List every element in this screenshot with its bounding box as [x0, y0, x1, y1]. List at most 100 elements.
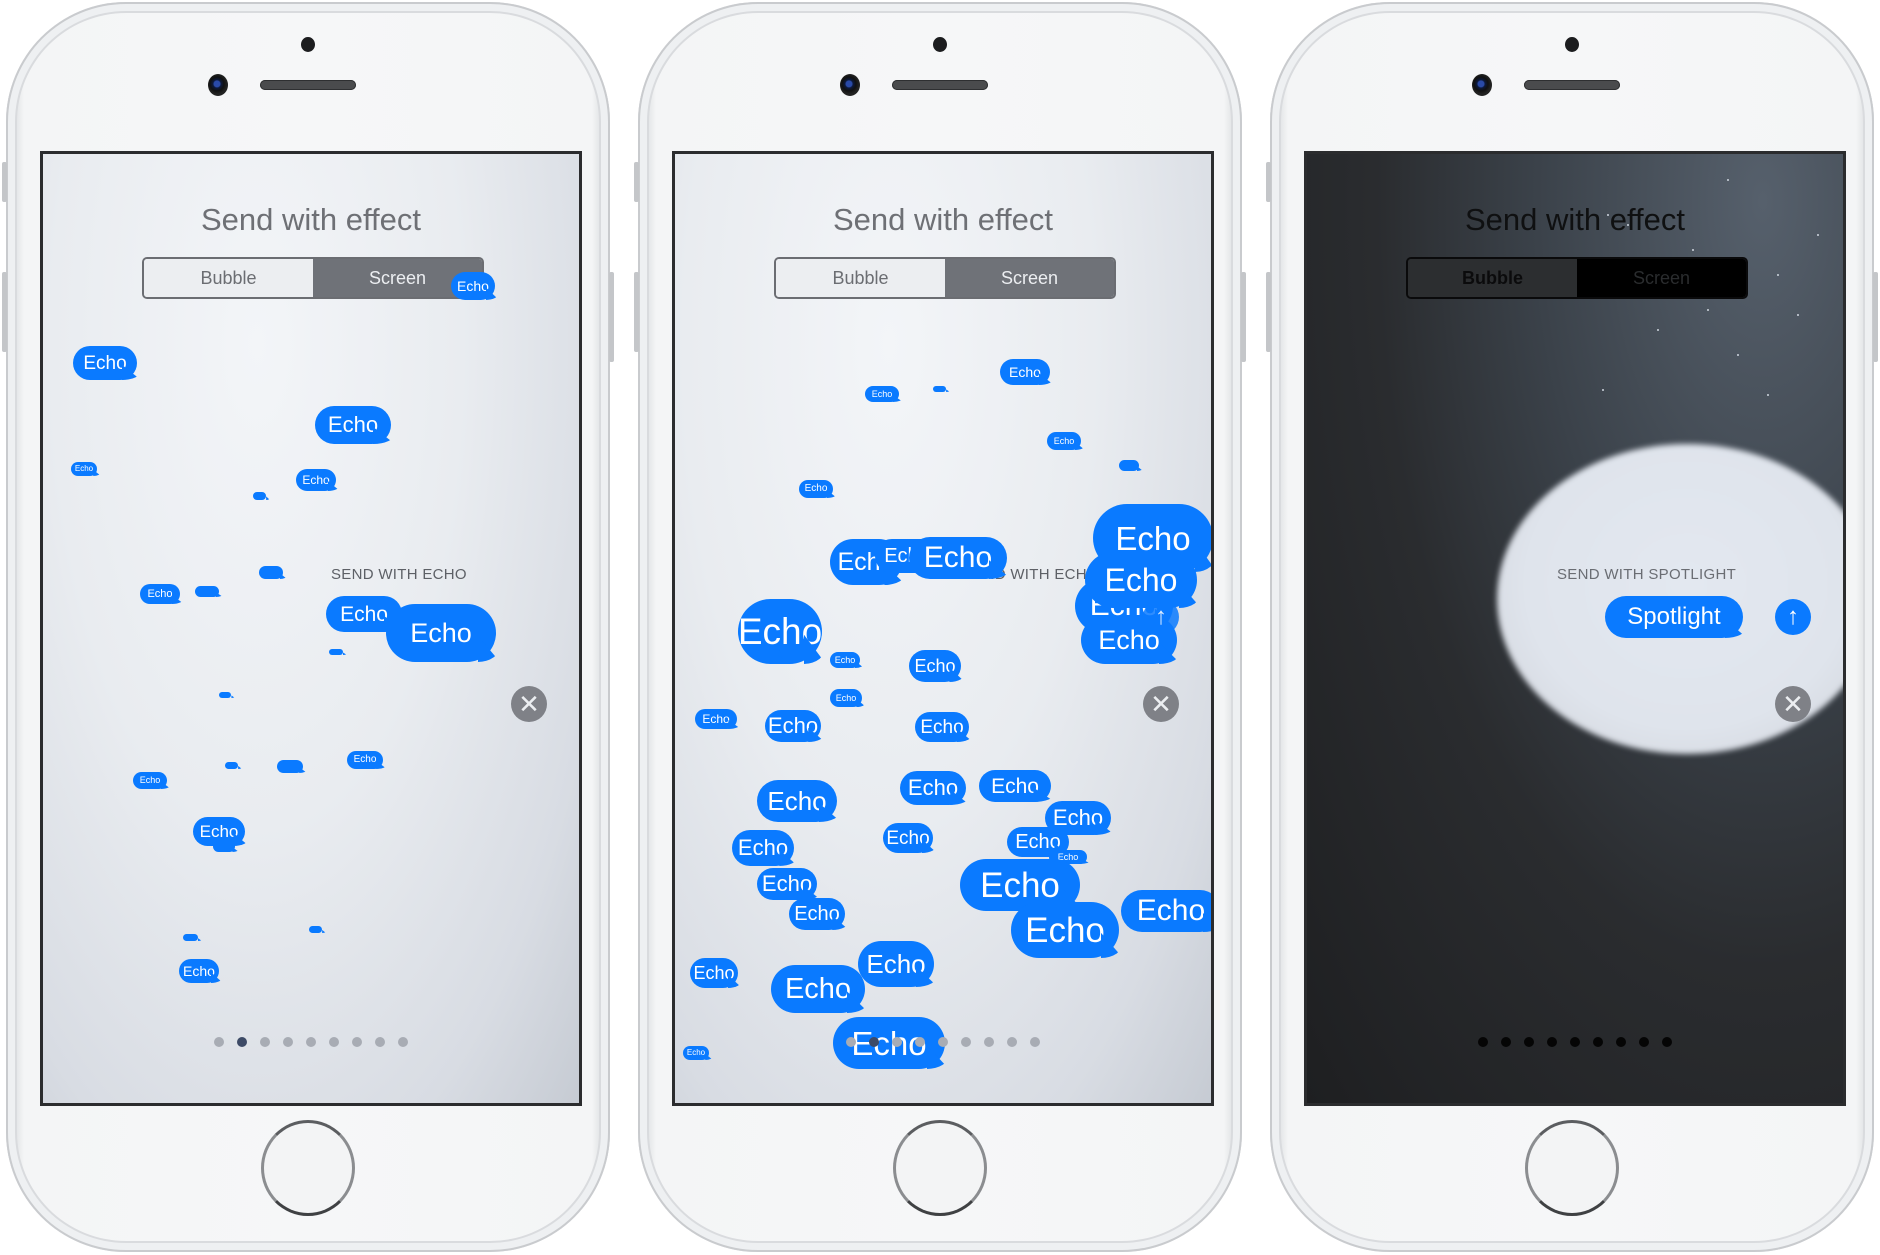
star-particle	[1767, 394, 1769, 396]
page-dot[interactable]	[1616, 1037, 1626, 1047]
echo-bubble: Echo	[73, 346, 137, 380]
effect-type-segmented-control[interactable]: Bubble Screen	[142, 257, 484, 299]
front-camera-icon	[1472, 74, 1492, 96]
page-dot[interactable]	[1524, 1037, 1534, 1047]
echo-bubble: Echo	[830, 689, 862, 707]
page-dot[interactable]	[961, 1037, 971, 1047]
effect-type-segmented-control[interactable]: Bubble Screen	[774, 257, 1116, 299]
echo-bubble	[183, 934, 198, 941]
page-dot[interactable]	[1570, 1037, 1580, 1047]
page-title: Send with effect	[832, 202, 1053, 237]
iphone-frame-2: Send with effect Bubble Screen SEND WITH…	[634, 2, 1246, 1252]
send-button[interactable]: ↑	[1143, 599, 1179, 635]
close-button[interactable]: ✕	[1143, 686, 1179, 722]
home-button[interactable]	[1525, 1120, 1619, 1216]
echo-bubble: Echo	[451, 272, 495, 300]
page-dot[interactable]	[1030, 1037, 1040, 1047]
close-button[interactable]: ✕	[511, 686, 547, 722]
echo-bubble: Echo	[858, 941, 934, 987]
star-particle	[1692, 249, 1694, 251]
echo-bubble: Echo	[690, 958, 738, 988]
echo-bubble: Echo	[347, 751, 383, 769]
echo-bubble: Echo	[799, 480, 833, 498]
echo-bubble: Echo	[1085, 552, 1197, 608]
echo-bubble: Echo	[1047, 432, 1081, 450]
echo-bubble	[259, 566, 283, 579]
earpiece-speaker	[1524, 80, 1620, 90]
page-dot[interactable]	[892, 1037, 902, 1047]
echo-bubble: Echo	[979, 770, 1051, 802]
iphone-frame-1: Send with effect Bubble Screen Echo Echo E…	[2, 2, 614, 1252]
page-dot[interactable]	[846, 1037, 856, 1047]
page-dot[interactable]	[1547, 1037, 1557, 1047]
star-particle	[1602, 389, 1604, 391]
page-dot[interactable]	[306, 1037, 316, 1047]
page-dot[interactable]	[1501, 1037, 1511, 1047]
home-button[interactable]	[893, 1120, 987, 1216]
echo-bubble: Echo	[695, 709, 737, 729]
iphone-frame-3: Send with effect Bubble Screen SEND WITH…	[1266, 2, 1878, 1252]
page-dot[interactable]	[1007, 1037, 1017, 1047]
echo-bubble: Echo	[865, 386, 899, 402]
echo-bubble	[225, 762, 238, 769]
send-button[interactable]: ↑	[1775, 599, 1811, 635]
echo-bubble: Echo	[900, 771, 966, 805]
echo-bubble: Echo	[386, 604, 496, 662]
star-particle	[1727, 179, 1729, 181]
echo-bubble	[195, 586, 219, 597]
proximity-sensor	[301, 37, 315, 52]
star-particle	[1657, 329, 1659, 331]
page-dot[interactable]	[915, 1037, 925, 1047]
page-dot[interactable]	[237, 1037, 247, 1047]
front-camera-icon	[840, 74, 860, 96]
page-dot[interactable]	[352, 1037, 362, 1047]
page-dot[interactable]	[1662, 1037, 1672, 1047]
page-dot[interactable]	[329, 1037, 339, 1047]
page-dot[interactable]	[938, 1037, 948, 1047]
echo-bubble: Echo	[683, 1046, 709, 1060]
page-dot[interactable]	[283, 1037, 293, 1047]
star-particle	[1737, 354, 1739, 356]
tab-bubble[interactable]: Bubble	[1408, 259, 1577, 297]
page-dot[interactable]	[260, 1037, 270, 1047]
echo-bubble: Echo	[883, 823, 933, 853]
echo-bubble	[329, 649, 343, 655]
page-dot[interactable]	[375, 1037, 385, 1047]
echo-bubble: Echo	[732, 830, 794, 866]
echo-bubble	[1119, 460, 1139, 471]
echo-bubble: Echo	[757, 868, 817, 900]
proximity-sensor	[1565, 37, 1579, 52]
echo-bubble: Echo	[757, 780, 837, 822]
echo-bubble: Echo	[315, 406, 391, 444]
echo-bubble: Echo	[789, 898, 845, 930]
page-dot[interactable]	[1639, 1037, 1649, 1047]
page-indicator[interactable]	[214, 1037, 408, 1047]
tab-screen[interactable]: Screen	[1577, 259, 1746, 297]
close-button[interactable]: ✕	[1775, 686, 1811, 722]
page-dot[interactable]	[398, 1037, 408, 1047]
effect-type-segmented-control[interactable]: Bubble Screen	[1406, 257, 1748, 299]
page-dot[interactable]	[869, 1037, 879, 1047]
earpiece-speaker	[892, 80, 988, 90]
front-camera-icon	[208, 74, 228, 96]
arrow-up-icon: ↑	[1155, 603, 1167, 630]
tab-bubble[interactable]: Bubble	[144, 259, 313, 297]
page-dot[interactable]	[984, 1037, 994, 1047]
home-button[interactable]	[261, 1120, 355, 1216]
echo-bubble: Echo	[771, 965, 865, 1013]
page-indicator[interactable]	[1478, 1037, 1672, 1047]
power-button	[609, 272, 614, 362]
echo-bubble	[219, 692, 231, 698]
star-particle	[1707, 309, 1709, 311]
tab-bubble[interactable]: Bubble	[776, 259, 945, 297]
echo-bubble: Echo	[1121, 890, 1211, 932]
echo-bubble	[933, 386, 946, 392]
page-dot[interactable]	[1478, 1037, 1488, 1047]
echo-bubble: Echo	[909, 650, 961, 682]
page-dot[interactable]	[214, 1037, 224, 1047]
page-dot[interactable]	[1593, 1037, 1603, 1047]
echo-bubble: Echo	[765, 710, 821, 742]
page-indicator[interactable]	[846, 1037, 1040, 1047]
power-button	[1241, 272, 1246, 362]
tab-screen[interactable]: Screen	[945, 259, 1114, 297]
